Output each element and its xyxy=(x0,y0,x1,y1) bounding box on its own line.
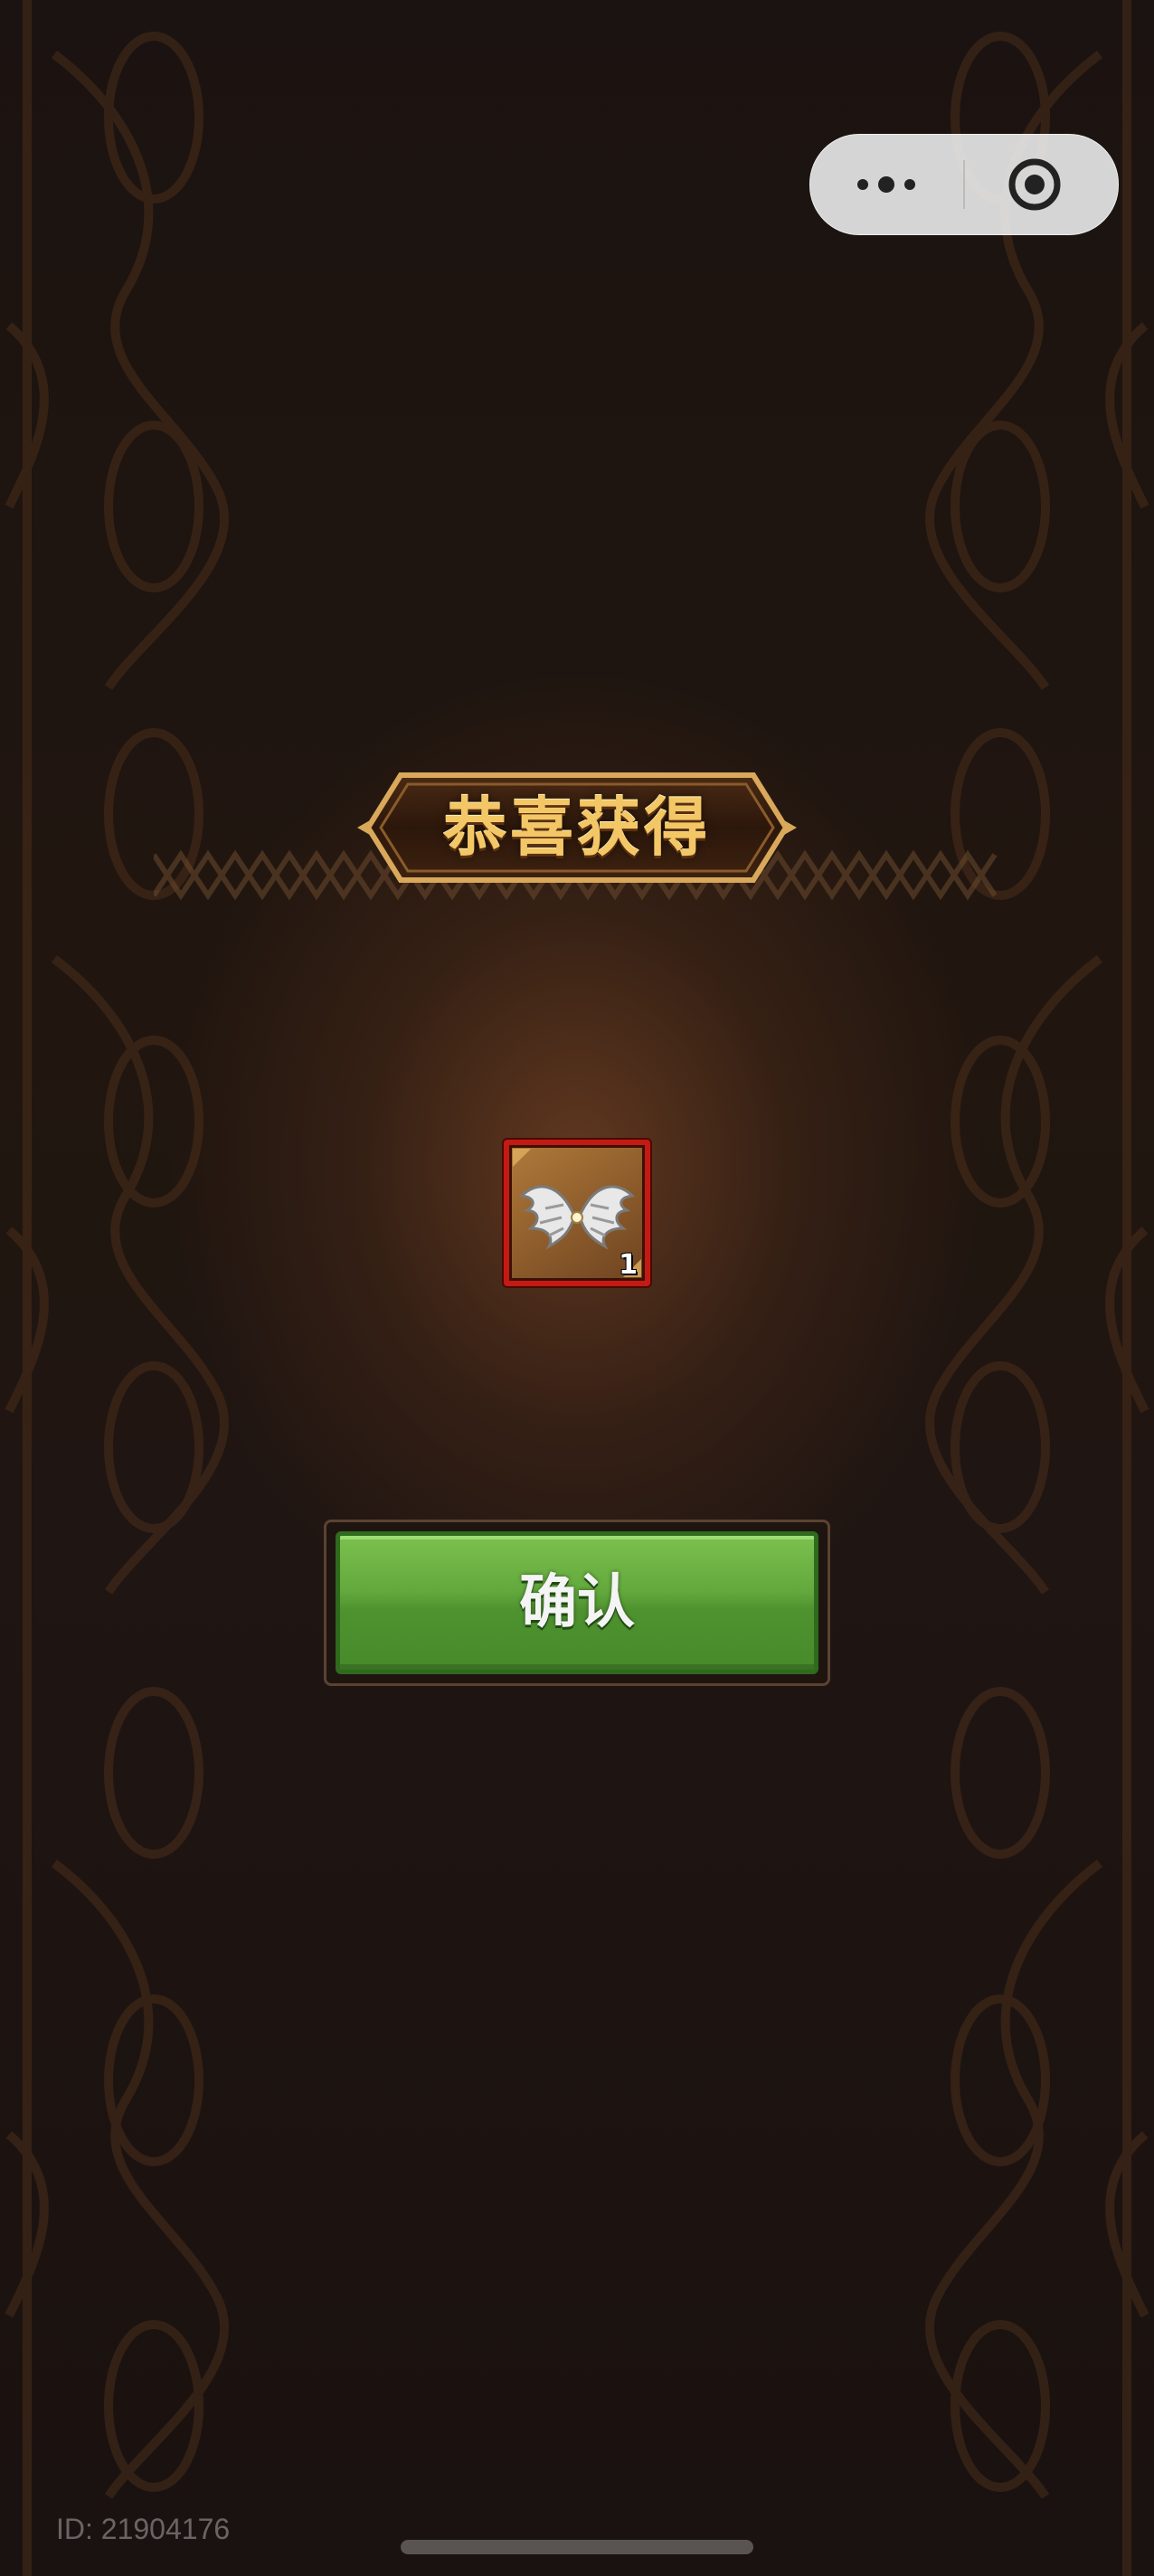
player-id-label: ID: 21904176 xyxy=(56,2513,231,2545)
capsule-divider xyxy=(963,160,965,209)
close-miniprogram-button[interactable] xyxy=(966,135,1118,234)
ornament-border-left xyxy=(5,0,229,2576)
banner-title: 恭喜获得 xyxy=(443,791,711,865)
more-dots-icon xyxy=(857,176,915,193)
capsule-menu xyxy=(809,134,1119,235)
ornament-border-right xyxy=(925,0,1149,2576)
reward-popup-screen: 恭喜获得 1 确认 ID: 21904176 xyxy=(0,0,1154,2576)
confirm-button-label: 确认 xyxy=(519,1569,635,1636)
more-button[interactable] xyxy=(810,135,962,234)
confirm-button-frame: 确认 xyxy=(324,1520,830,1686)
home-indicator-bar[interactable] xyxy=(401,2540,753,2554)
confirm-button[interactable]: 确认 xyxy=(336,1531,818,1674)
item-count-label: 1 xyxy=(619,1249,638,1281)
title-banner: 恭喜获得 xyxy=(357,764,797,891)
reward-item-slot[interactable]: 1 xyxy=(504,1140,650,1286)
target-circle-icon xyxy=(1008,158,1061,211)
